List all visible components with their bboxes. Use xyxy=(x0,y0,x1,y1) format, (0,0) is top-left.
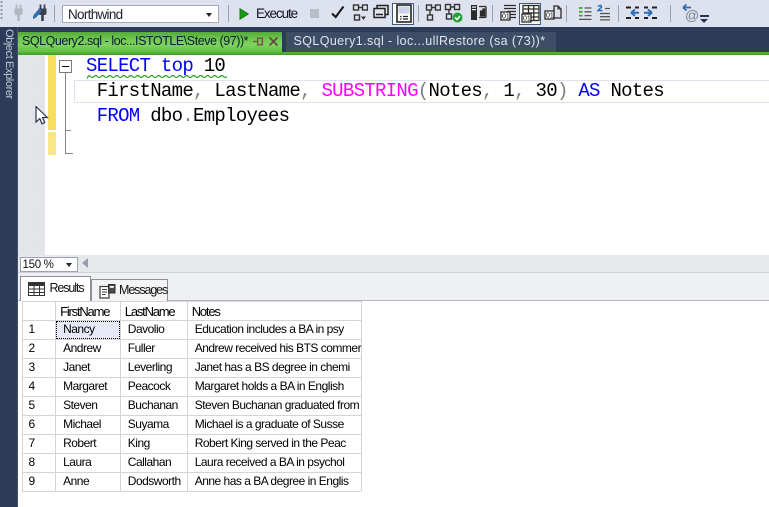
svg-text:01: 01 xyxy=(546,13,554,20)
svg-text:01: 01 xyxy=(523,16,531,23)
svg-text:@: @ xyxy=(685,7,699,23)
svg-text:01: 01 xyxy=(502,14,510,21)
